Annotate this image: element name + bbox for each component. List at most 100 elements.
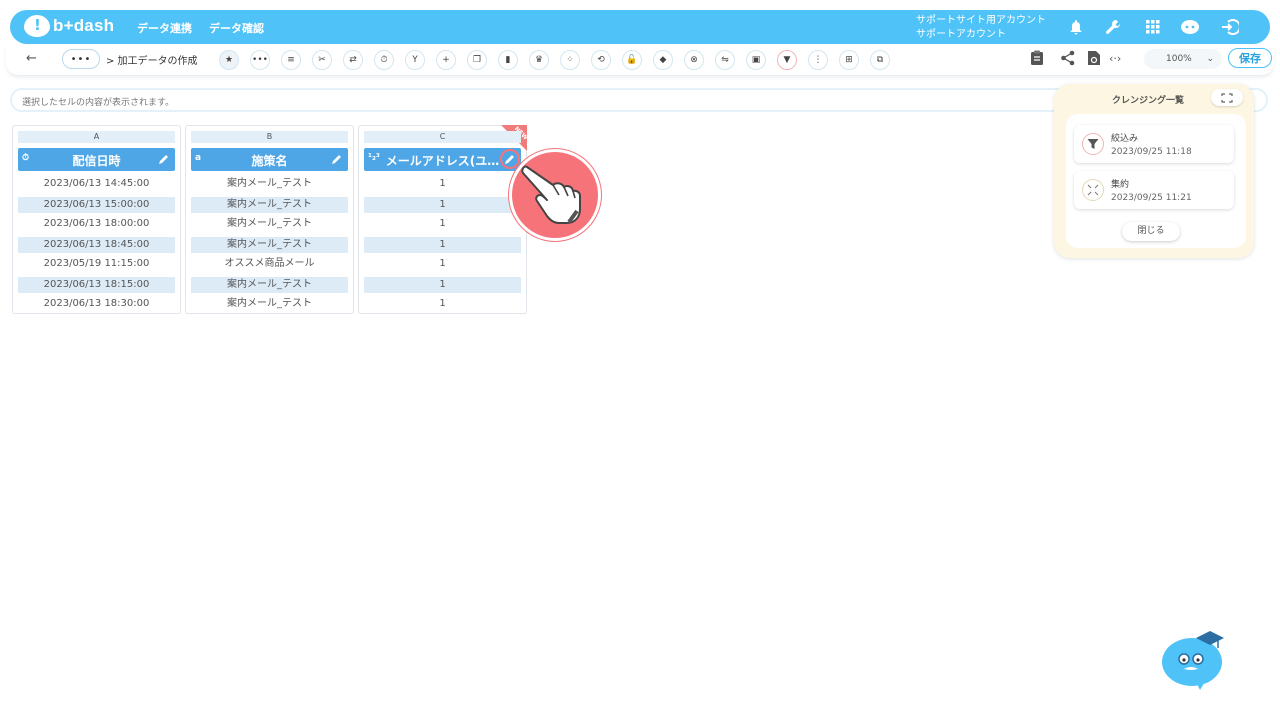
scissors-icon[interactable]: ✂ — [312, 50, 332, 70]
cleansing-panel: クレンジング一覧 絞込み 2023/09/25 11:18 集約 2023/09… — [1054, 84, 1254, 258]
column-name: 施策名 — [251, 154, 288, 168]
pointer-hand-icon — [509, 149, 601, 241]
filter-icon[interactable]: ▼ — [777, 50, 797, 70]
logo-icon — [24, 15, 50, 37]
column-a[interactable]: A ⏱ 配信日時 2023/06/13 14:45:00 2023/06/13 … — [12, 125, 181, 314]
bell-icon[interactable] — [1066, 17, 1086, 37]
share-icon[interactable] — [1060, 50, 1076, 66]
table-cell[interactable]: 案内メール_テスト — [191, 237, 348, 253]
cleansing-list: 絞込み 2023/09/25 11:18 集約 2023/09/25 11:21… — [1066, 114, 1246, 248]
cleansing-item-date: 2023/09/25 11:18 — [1111, 147, 1192, 157]
table-cell[interactable]: 2023/06/13 18:45:00 — [18, 237, 175, 253]
unlock-icon[interactable]: 🔓 — [622, 50, 642, 70]
table-cell[interactable]: 2023/06/13 15:00:00 — [18, 197, 175, 213]
table-cell[interactable]: 1 — [364, 255, 521, 275]
number-type-icon: ¹₂³ — [368, 153, 380, 163]
table-cell[interactable]: 1 — [364, 197, 521, 213]
table-cell[interactable]: 案内メール_テスト — [191, 197, 348, 213]
table-cell[interactable]: 2023/06/13 18:00:00 — [18, 215, 175, 235]
copy-icon[interactable]: ❐ — [467, 50, 487, 70]
column-letter[interactable]: A — [18, 131, 175, 143]
pencil-icon[interactable] — [158, 153, 171, 166]
column-b[interactable]: B a 施策名 案内メール_テスト 案内メール_テスト 案内メール_テスト 案内… — [185, 125, 354, 314]
help-mascot-icon[interactable] — [1180, 17, 1200, 37]
table-cell[interactable]: 1 — [364, 237, 521, 253]
table-cell[interactable]: 案内メール_テスト — [191, 175, 348, 195]
table-cell[interactable]: 1 — [364, 175, 521, 195]
grid-icon[interactable]: ⊞ — [839, 50, 859, 70]
logout-icon[interactable] — [1220, 17, 1240, 37]
branch-icon[interactable]: Y — [405, 50, 425, 70]
column-letter[interactable]: B — [191, 131, 348, 143]
column-name: 配信日時 — [72, 154, 121, 168]
expand-button[interactable] — [1211, 89, 1243, 106]
frame-icon[interactable]: ▣ — [746, 50, 766, 70]
aggregate-icon[interactable]: ⁘ — [560, 50, 580, 70]
cleansing-item-aggregate[interactable]: 集約 2023/09/25 11:21 — [1074, 171, 1234, 209]
app-logo[interactable]: b+dash — [24, 15, 114, 37]
star-icon[interactable]: ★ — [219, 50, 239, 70]
more-breadcrumb-button[interactable]: ••• — [62, 49, 100, 69]
account-site: サポートサイト用アカウント — [916, 15, 1046, 26]
column-header[interactable]: ¹₂³ メールアドレス(ユ… — [364, 148, 521, 171]
close-button[interactable]: 閉じる — [1122, 222, 1180, 241]
column-header[interactable]: ⏱ 配信日時 — [18, 148, 175, 171]
convert-icon[interactable]: ⇋ — [715, 50, 735, 70]
pencil-icon[interactable] — [331, 153, 344, 166]
column-letter[interactable]: C — [364, 131, 521, 143]
column-header[interactable]: a 施策名 — [191, 148, 348, 171]
table-cell[interactable]: 1 — [364, 295, 521, 315]
refresh-doc-icon[interactable] — [1087, 50, 1101, 66]
table-cell[interactable]: 2023/06/13 18:15:00 — [18, 277, 175, 293]
code-resize-icon[interactable]: ‹·› — [1109, 52, 1121, 65]
nav-data-check[interactable]: データ確認 — [209, 20, 264, 36]
timer-icon[interactable]: ⏱ — [374, 50, 394, 70]
table-cell[interactable]: 2023/06/13 18:30:00 — [18, 295, 175, 315]
filter-icon — [1082, 133, 1104, 155]
assistant-mascot[interactable] — [1160, 626, 1228, 692]
timer-icon: ⏱ — [22, 153, 30, 163]
apps-grid-icon[interactable] — [1143, 17, 1163, 37]
table-cell[interactable]: 1 — [364, 277, 521, 293]
back-button[interactable]: ← — [26, 51, 37, 66]
aggregate-icon — [1082, 179, 1104, 201]
plus-icon[interactable]: + — [436, 50, 456, 70]
list-icon[interactable]: ≡ — [281, 50, 301, 70]
column-name: メールアドレス(ユ… — [385, 154, 500, 168]
table-link-icon[interactable]: ⧉ — [870, 50, 890, 70]
clipboard-icon[interactable] — [1030, 50, 1044, 66]
table-cell[interactable]: 2023/06/13 14:45:00 — [18, 175, 175, 195]
repeat-icon[interactable]: ⟲ — [591, 50, 611, 70]
app-header: b+dash データ連携 データ確認 サポートサイト用アカウント サポートアカウ… — [10, 10, 1270, 44]
table-cell[interactable]: 案内メール_テスト — [191, 295, 348, 315]
logo-text: b+dash — [53, 16, 115, 35]
editor-toolbar: ← ••• > 加工データの作成 ★ ••• ≡ ✂ ⇄ ⏱ Y + ❐ ▮ ♛… — [6, 44, 1274, 76]
cleansing-item-name: 集約 — [1111, 180, 1130, 190]
trash-icon[interactable]: ▮ — [498, 50, 518, 70]
tool-buttons: ★ ••• ≡ ✂ ⇄ ⏱ Y + ❐ ▮ ♛ ⁘ ⟲ 🔓 ◆ ⊗ ⇋ ▣ ▼ … — [219, 50, 890, 70]
column-rows: 案内メール_テスト 案内メール_テスト 案内メール_テスト 案内メール_テスト … — [191, 175, 348, 315]
table-cell[interactable]: 1 — [364, 215, 521, 235]
text-type-icon: a — [195, 153, 202, 163]
cancel-circle-icon[interactable]: ⊗ — [684, 50, 704, 70]
table-cell[interactable]: 2023/05/19 11:15:00 — [18, 255, 175, 275]
cleansing-item-name: 絞込み — [1111, 134, 1139, 144]
split-arrows-icon[interactable]: ⇄ — [343, 50, 363, 70]
table-cell[interactable]: オススメ商品メール — [191, 255, 348, 275]
wrench-icon[interactable] — [1103, 17, 1123, 37]
account-info[interactable]: サポートサイト用アカウント サポートアカウント — [916, 14, 1046, 42]
columns-split-icon[interactable]: ⋮ — [808, 50, 828, 70]
save-button[interactable]: 保存 — [1228, 48, 1272, 68]
table-cell[interactable]: 案内メール_テスト — [191, 277, 348, 293]
box-icon[interactable]: ◆ — [653, 50, 673, 70]
zoom-value: 100% — [1166, 54, 1192, 64]
cleansing-title: クレンジング一覧 — [1112, 96, 1185, 106]
nav-data-integration[interactable]: データ連携 — [137, 20, 192, 36]
crown-icon[interactable]: ♛ — [529, 50, 549, 70]
table-cell[interactable]: 案内メール_テスト — [191, 215, 348, 235]
expand-icon — [1221, 92, 1233, 103]
more-dots-icon[interactable]: ••• — [250, 50, 270, 70]
cleansing-item-date: 2023/09/25 11:21 — [1111, 193, 1192, 203]
cleansing-item-filter[interactable]: 絞込み 2023/09/25 11:18 — [1074, 125, 1234, 163]
zoom-select[interactable]: 100% ⌄ — [1144, 49, 1222, 69]
